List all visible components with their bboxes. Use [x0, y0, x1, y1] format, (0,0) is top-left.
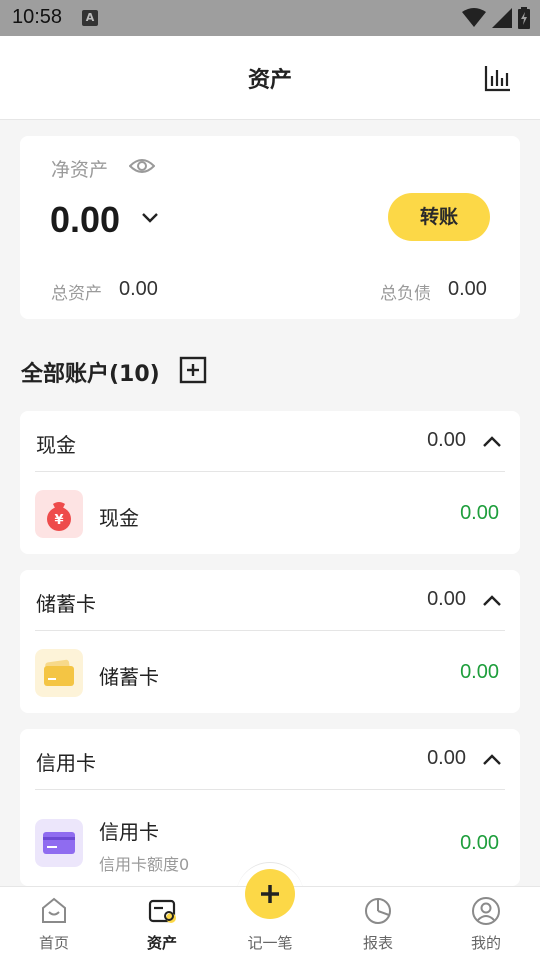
group-total: 0.00	[427, 747, 466, 769]
pie-chart-icon	[365, 898, 391, 924]
account-name: 信用卡	[99, 820, 159, 844]
eye-icon[interactable]	[129, 154, 155, 178]
app-header: 资产	[0, 36, 540, 120]
nav-profile[interactable]: 我的	[432, 887, 540, 960]
divider	[35, 630, 505, 631]
account-value: 0.00	[460, 502, 499, 524]
net-assets-value: 0.00	[50, 199, 121, 240]
system-icons	[462, 6, 530, 30]
wifi-icon	[462, 8, 486, 27]
credit-card-icon	[35, 819, 83, 867]
account-subtitle: 信用卡额度0	[99, 855, 190, 874]
page-title: 资产	[247, 68, 292, 93]
plus-icon	[261, 885, 279, 903]
svg-text:¥: ¥	[54, 513, 63, 528]
money-bag-icon: ¥	[35, 490, 83, 538]
notification-icon: A	[82, 10, 98, 26]
nav-label: 首页	[38, 934, 69, 952]
account-value: 0.00	[460, 832, 499, 854]
accounts-section-title: 全部账户(10)	[21, 362, 160, 387]
total-debt-label: 总负债	[380, 284, 431, 304]
group-title: 现金	[36, 433, 76, 457]
nav-home[interactable]: 首页	[0, 887, 108, 960]
nav-label: 记一笔	[247, 934, 293, 952]
divider	[35, 789, 505, 790]
add-record-button[interactable]	[245, 869, 295, 919]
chevron-up-icon[interactable]	[482, 592, 502, 608]
nav-label: 我的	[470, 934, 501, 952]
status-bar: 10:58 A	[0, 0, 540, 36]
net-assets-card: 净资产 0.00 转账 总资产 0.00 总负债 0.00	[20, 136, 520, 319]
nav-label: 报表	[362, 934, 393, 952]
group-title: 储蓄卡	[36, 592, 96, 616]
nav-assets[interactable]: 资产	[108, 887, 216, 960]
account-value: 0.00	[460, 661, 499, 683]
wallet-icon	[148, 899, 176, 923]
chevron-up-icon[interactable]	[482, 433, 502, 449]
group-total: 0.00	[427, 429, 466, 451]
net-assets-label: 净资产	[51, 159, 109, 181]
user-icon	[472, 897, 500, 925]
account-name: 储蓄卡	[99, 665, 159, 689]
battery-icon	[518, 7, 530, 29]
add-account-icon[interactable]	[179, 356, 207, 384]
total-debt-value: 0.00	[448, 278, 487, 300]
home-icon	[42, 897, 66, 923]
signal-icon	[492, 8, 512, 28]
account-group-cash: 现金 0.00 ¥ 现金 0.00	[20, 411, 520, 554]
account-group-debit: 储蓄卡 0.00 储蓄卡 0.00	[20, 570, 520, 713]
chevron-up-icon[interactable]	[482, 751, 502, 767]
total-assets-label: 总资产	[51, 284, 102, 304]
chevron-down-icon[interactable]	[140, 208, 160, 228]
bar-chart-icon[interactable]	[484, 64, 512, 92]
status-time: 10:58	[12, 6, 63, 28]
nav-reports[interactable]: 报表	[324, 887, 432, 960]
account-name: 现金	[99, 506, 139, 530]
transfer-button[interactable]: 转账	[388, 193, 490, 241]
group-total: 0.00	[427, 588, 466, 610]
debit-card-icon	[35, 649, 83, 697]
total-assets-value: 0.00	[119, 278, 158, 300]
group-title: 信用卡	[36, 751, 96, 775]
divider	[35, 471, 505, 472]
nav-label: 资产	[146, 934, 177, 952]
